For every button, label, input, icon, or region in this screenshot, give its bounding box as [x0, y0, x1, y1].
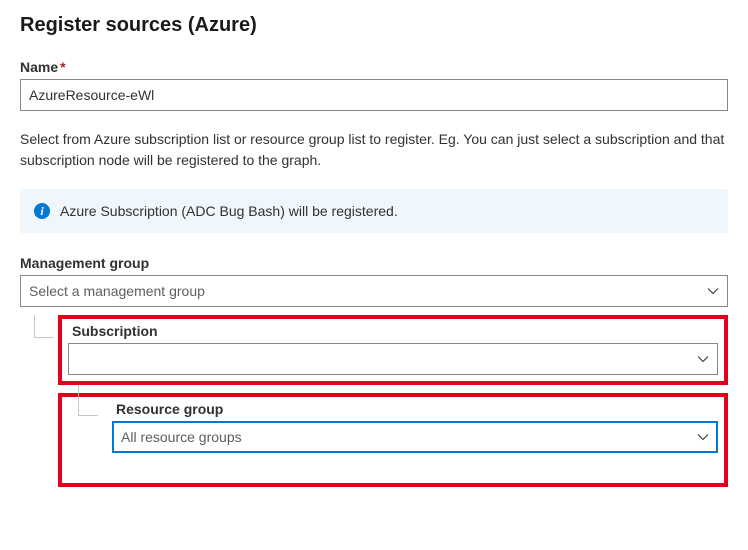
subscription-highlight: Subscription	[58, 315, 728, 385]
info-icon: i	[34, 203, 50, 219]
info-message: Azure Subscription (ADC Bug Bash) will b…	[60, 203, 398, 219]
resource-group-label: Resource group	[112, 401, 718, 417]
subscription-label: Subscription	[68, 323, 718, 339]
resource-group-value: All resource groups	[121, 429, 242, 445]
resource-group-highlight: Resource group All resource groups	[58, 393, 728, 487]
resource-group-dropdown[interactable]: All resource groups	[112, 421, 718, 453]
management-group-label: Management group	[20, 255, 728, 271]
management-group-section: Management group Select a management gro…	[20, 255, 728, 307]
name-field: Name*	[20, 59, 728, 111]
required-asterisk: *	[60, 59, 65, 75]
page-title: Register sources (Azure)	[20, 14, 728, 37]
management-group-dropdown[interactable]: Select a management group	[20, 275, 728, 307]
name-input[interactable]	[20, 79, 728, 111]
chevron-down-icon	[707, 285, 719, 297]
chevron-down-icon	[697, 431, 709, 443]
chevron-down-icon	[697, 353, 709, 365]
description-text: Select from Azure subscription list or r…	[20, 129, 728, 171]
management-group-placeholder: Select a management group	[29, 283, 205, 299]
name-label: Name*	[20, 59, 728, 75]
info-bar: i Azure Subscription (ADC Bug Bash) will…	[20, 189, 728, 233]
subscription-dropdown[interactable]	[68, 343, 718, 375]
register-sources-panel: Register sources (Azure) Name* Select fr…	[0, 0, 748, 507]
subscription-tree: Subscription Resource group All	[20, 315, 728, 487]
